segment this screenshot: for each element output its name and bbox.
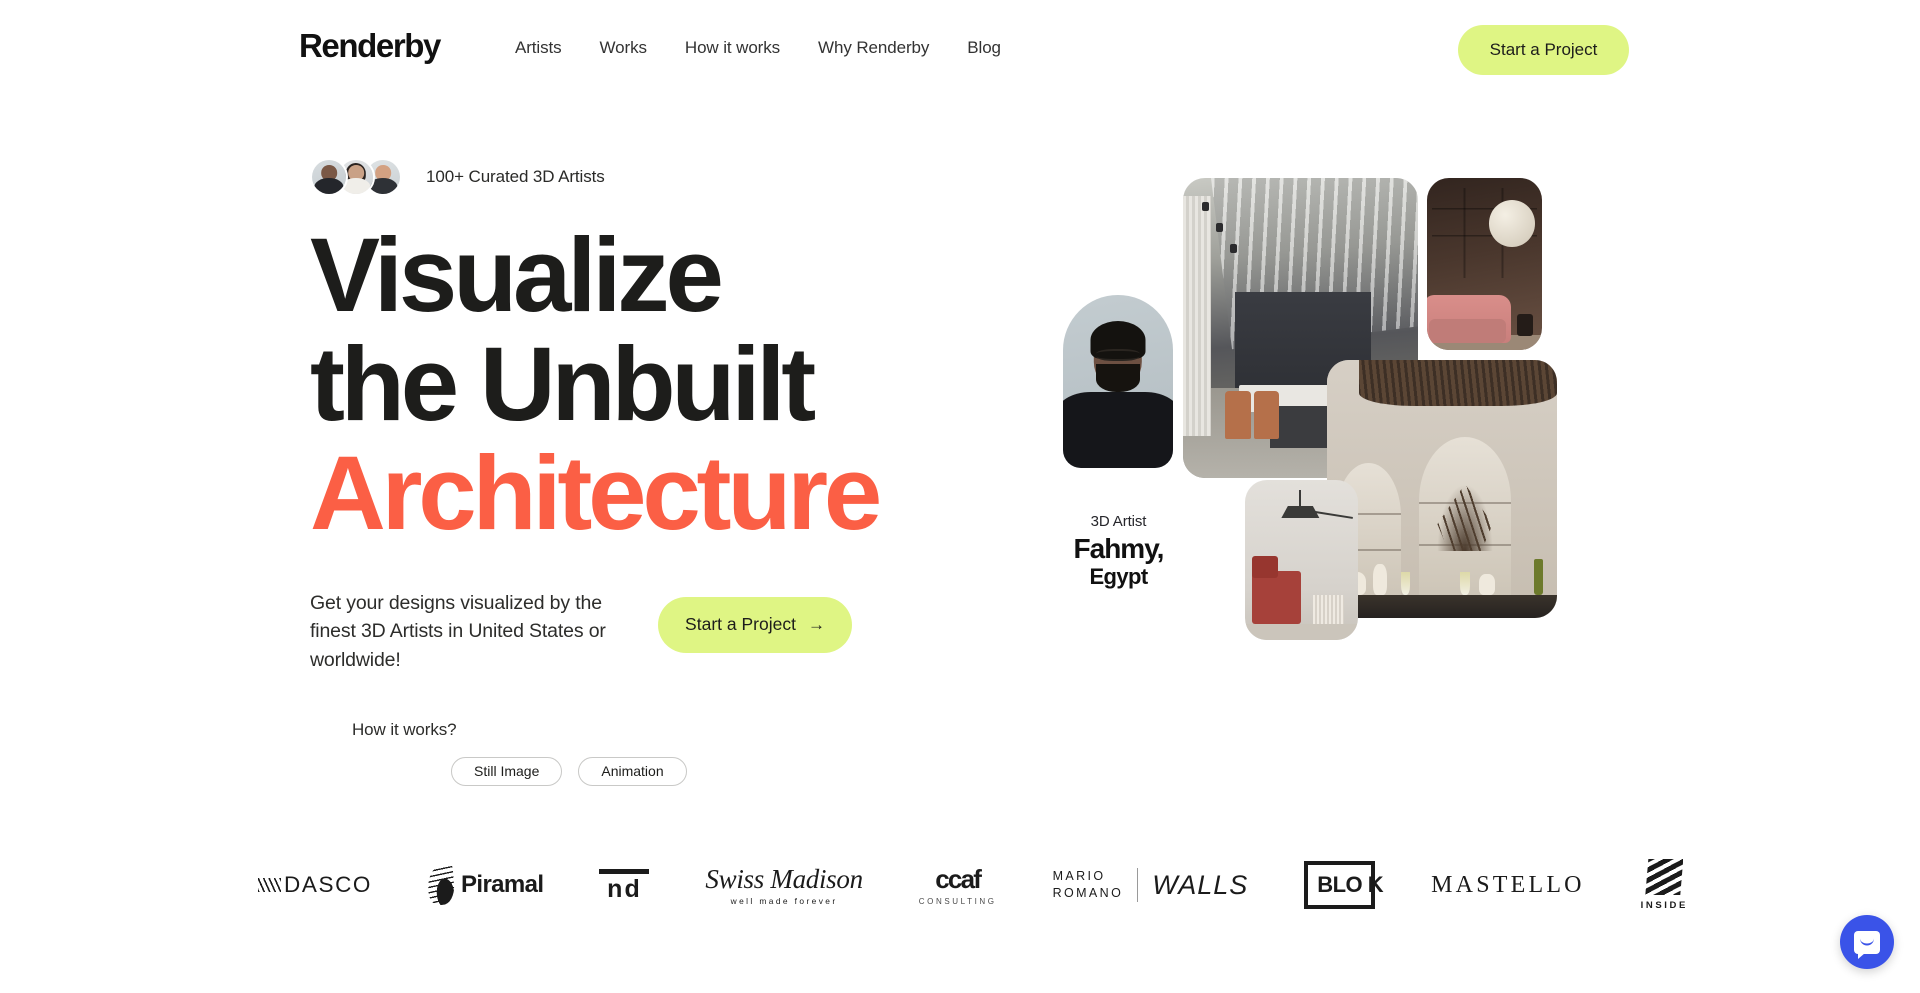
avatar — [310, 158, 348, 196]
nav-item-works[interactable]: Works — [600, 38, 647, 58]
client-logo-piramal: Piramal — [426, 855, 544, 915]
header-start-project-button[interactable]: Start a Project — [1458, 25, 1629, 75]
dasco-mark-icon — [258, 878, 281, 892]
client-logo-swiss-madison: Swiss Madison well made forever — [705, 855, 863, 915]
artist-country: Egypt — [1089, 564, 1148, 590]
ccaf-tagline: CONSULTING — [918, 897, 997, 906]
hero-cta-label: Start a Project — [685, 614, 796, 635]
walls-logo-text: WALLS — [1152, 869, 1249, 900]
nd-logo-text: nd — [607, 874, 642, 903]
main-navigation: Artists Works How it works Why Renderby … — [515, 38, 1001, 58]
blok-logo-text: BLO — [1317, 872, 1363, 897]
nav-item-blog[interactable]: Blog — [967, 38, 1001, 58]
logo-divider — [1137, 868, 1139, 902]
client-logo-ccaf: ccaf CONSULTING — [919, 855, 997, 915]
collage-image-pink-sofa-room — [1427, 178, 1542, 350]
curated-artists-badge: 100+ Curated 3D Artists — [310, 155, 1050, 199]
piramal-logo-text: Piramal — [460, 871, 544, 898]
how-it-works-label: How it works? — [352, 719, 457, 739]
badge-label: 100+ Curated 3D Artists — [426, 167, 605, 186]
page-title: Visualize the Unbuilt Architecture — [310, 221, 1050, 549]
swiss-madison-tagline: well made forever — [730, 896, 838, 906]
client-logo-mario-romano-walls: MARIO ROMANO WALLS — [1053, 855, 1249, 915]
nav-item-why-renderby[interactable]: Why Renderby — [818, 38, 929, 58]
nav-item-how-it-works[interactable]: How it works — [685, 38, 780, 58]
nd-bar-icon — [599, 868, 650, 874]
hero-start-project-button[interactable]: Start a Project → — [658, 596, 852, 653]
how-it-works-block: How it works? Still Image Animation — [310, 720, 1050, 786]
nav-item-artists[interactable]: Artists — [515, 38, 562, 58]
headline-line-1: Visualize — [310, 217, 724, 334]
blok-logo-text-k: K — [1367, 872, 1384, 897]
featured-artist-photo — [1063, 295, 1173, 468]
avatar-group — [310, 158, 402, 196]
hero-content: 100+ Curated 3D Artists Visualize the Un… — [310, 155, 1050, 786]
arrow-right-icon: → — [807, 615, 825, 635]
hero-subsection: Get your designs visualized by the fines… — [310, 589, 1050, 674]
client-logo-nd: nd — [599, 855, 650, 915]
piramal-flame-icon — [426, 864, 456, 906]
swiss-madison-logo-text: Swiss Madison — [705, 864, 863, 894]
toggle-still-image[interactable]: Still Image — [451, 756, 563, 786]
landing-page: Renderby Artists Works How it works Why … — [0, 0, 1920, 993]
inside-logo-text: INSIDE — [1640, 900, 1688, 911]
collage-image-arch-kitchen — [1327, 360, 1557, 618]
client-logo-blok: BLO K — [1304, 855, 1384, 915]
client-logo-mastello: MASTELLO — [1431, 855, 1585, 915]
ccaf-logo-text: ccaf — [935, 864, 982, 894]
artist-name: Fahmy, — [1073, 533, 1165, 564]
hero-subcopy: Get your designs visualized by the fines… — [310, 591, 606, 671]
mastello-logo-text: MASTELLO — [1431, 871, 1585, 898]
client-logo-inside: INSIDE — [1641, 855, 1688, 915]
headline-line-3-accent: Architecture — [310, 435, 882, 553]
client-logo-dasco: DASCO — [258, 855, 372, 915]
collage-image-red-armchair — [1245, 480, 1358, 640]
headline-line-2: the Unbuilt — [310, 326, 816, 444]
smile-icon — [1860, 939, 1874, 946]
chat-bubble-icon — [1854, 930, 1880, 959]
site-header: Renderby Artists Works How it works Why … — [0, 0, 1920, 100]
chat-launcher-button[interactable] — [1840, 915, 1894, 969]
featured-artist-info: 3D Artist Fahmy, Egypt — [1026, 513, 1211, 589]
artist-role: 3D Artist — [1090, 513, 1147, 530]
mario-romano-logo-text: MARIO ROMANO — [1052, 869, 1124, 900]
format-toggle-group: Still Image Animation — [352, 756, 1050, 786]
client-logo-strip: DASCO Piramal nd Swiss Madison well made… — [258, 845, 1688, 925]
dasco-logo-text: DASCO — [284, 872, 373, 897]
inside-stripes-icon — [1645, 859, 1684, 895]
toggle-animation[interactable]: Animation — [578, 756, 687, 786]
brand-logo[interactable]: Renderby — [299, 29, 441, 62]
